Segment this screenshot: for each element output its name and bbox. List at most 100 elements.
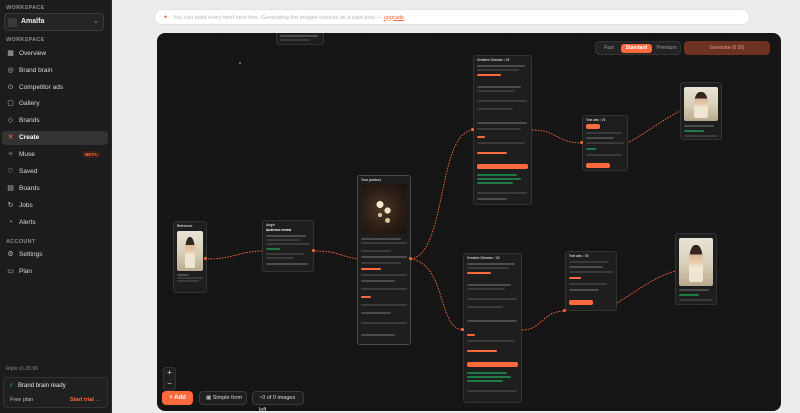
brand-brain-status-card: ✓ Brand brain ready Free plan Start tria… (3, 377, 108, 408)
quality-fast[interactable]: Fast (598, 44, 620, 53)
node-tag (266, 248, 280, 250)
sidebar-item-competitor-ads[interactable]: ⊙ Competitor ads (2, 81, 108, 95)
sidebar-item-alerts[interactable]: ◔ Alerts (2, 216, 108, 230)
brain-icon: ◎ (7, 67, 14, 74)
sidebar-item-boards[interactable]: ▤ Boards (2, 182, 108, 196)
simple-form-button[interactable]: ▦ Simple form (199, 391, 247, 405)
sidebar-item-muse[interactable]: ✧ Muse BETA (2, 148, 108, 162)
product-node[interactable]: Your product (357, 175, 411, 345)
node-line (361, 250, 391, 252)
node-line (586, 142, 624, 144)
rating-stars (684, 130, 704, 132)
node-port[interactable] (580, 141, 583, 144)
form-icon: ▦ (206, 395, 213, 401)
sidebar-item-settings[interactable]: ⚙ Settings (2, 248, 108, 262)
reference-node[interactable]: Reference (173, 221, 207, 293)
node-line (467, 267, 509, 269)
node-line (280, 39, 310, 41)
generate-button[interactable] (477, 164, 528, 169)
node-title: Creative Director • V1 (477, 58, 510, 62)
node-tag (586, 148, 596, 150)
node-line (361, 242, 407, 244)
status-text: Brand brain ready (18, 383, 66, 389)
node-tag (467, 372, 507, 374)
node-button[interactable] (586, 163, 610, 168)
quality-premium[interactable]: Premium (653, 44, 680, 53)
sidebar-item-gallery[interactable]: ▢ Gallery (2, 97, 108, 111)
text-ad-node-a[interactable]: Text ads • V1 (582, 115, 628, 171)
node-port[interactable] (461, 328, 464, 331)
node-button[interactable] (586, 124, 600, 129)
start-trial-link[interactable]: Start trial → (70, 397, 101, 403)
node-line (467, 320, 517, 322)
sidebar-item-label: Gallery (19, 100, 40, 107)
card-icon: ▭ (7, 268, 14, 275)
wand-icon: ✕ (7, 134, 14, 141)
sidebar-item-create[interactable]: ✕ Create (2, 131, 108, 145)
node-port[interactable] (409, 257, 412, 260)
node-line (679, 289, 709, 291)
creative-director-node-b[interactable]: Creative Director • V2 (463, 253, 522, 403)
sidebar: WORKSPACE Amalfa ⌄ WORKSPACE ▦ Overview … (0, 0, 112, 413)
node-title: Text ads • V1 (586, 118, 606, 122)
add-node-button[interactable]: + Add (162, 391, 193, 405)
zoom-out-button[interactable]: − (164, 379, 175, 388)
sparkle-icon: ✧ (7, 151, 14, 158)
node-port[interactable] (312, 249, 315, 252)
node-line (477, 142, 525, 144)
sidebar-item-jobs[interactable]: ↻ Jobs (2, 199, 108, 213)
node-line (477, 122, 527, 124)
node-port[interactable] (563, 309, 566, 312)
sidebar-item-label: Competitor ads (19, 84, 64, 91)
zoom-in-button[interactable]: + (164, 368, 175, 377)
banner-text: You can build every brief here free. Gen… (173, 15, 406, 21)
sidebar-item-label: Overview (19, 50, 47, 57)
output-node-a[interactable] (680, 82, 722, 140)
check-icon: ✓ (9, 383, 15, 389)
node-tag (467, 272, 491, 274)
node-line (477, 90, 515, 92)
quality-selector[interactable]: Fast Standard Premium (595, 41, 681, 55)
output-image-b (679, 238, 713, 286)
info-icon: ✦ (163, 15, 169, 21)
upgrade-link[interactable]: upgrade (384, 15, 405, 21)
node-tag (477, 74, 501, 76)
sidebar-item-brand-brain[interactable]: ◎ Brand brain (2, 64, 108, 78)
node-line (684, 135, 718, 137)
node-line (477, 108, 513, 110)
sidebar-item-overview[interactable]: ▦ Overview (2, 47, 108, 61)
node-port[interactable] (204, 257, 207, 260)
sidebar-item-plan[interactable]: ▭ Plan (2, 265, 108, 279)
node-line (467, 284, 511, 286)
node-line (569, 261, 609, 263)
workspace-switcher[interactable]: Amalfa ⌄ (4, 13, 104, 31)
wire-creative-a-text-a (531, 129, 583, 144)
node-port[interactable] (471, 128, 474, 131)
node-button[interactable] (569, 300, 593, 305)
node-tag (361, 296, 371, 298)
node-line (586, 132, 622, 134)
workflow-canvas[interactable]: Reference Angle Audience review Your pro… (157, 33, 781, 411)
text-ad-node-b[interactable]: Text ads • V2 (565, 251, 617, 311)
simple-form-label: Simple form (212, 395, 243, 401)
generate-button[interactable] (467, 362, 518, 367)
sidebar-item-saved[interactable]: ♡ Saved (2, 165, 108, 179)
angle-node[interactable]: Angle Audience review (262, 220, 314, 272)
banner-end: . (404, 14, 406, 21)
quality-standard[interactable]: Standard (621, 44, 652, 53)
zoom-controls: + − (163, 367, 176, 391)
node-line (569, 283, 607, 285)
output-node-b[interactable] (675, 233, 717, 305)
product-image (361, 184, 407, 234)
node-line (467, 306, 503, 308)
creative-director-node-a[interactable]: Creative Director • V1 (473, 55, 532, 205)
wire-product-creative-b (410, 258, 464, 331)
grid-icon: ▦ (7, 50, 14, 57)
generate-all-button[interactable]: Generate (0 DI) (684, 41, 770, 55)
node-line (266, 235, 306, 237)
node-line (361, 322, 407, 324)
node-line (266, 243, 310, 245)
sidebar-item-brands[interactable]: ◇ Brands (2, 114, 108, 128)
node-title: Text ads • V2 (569, 254, 589, 258)
node-stub[interactable] (276, 33, 324, 45)
